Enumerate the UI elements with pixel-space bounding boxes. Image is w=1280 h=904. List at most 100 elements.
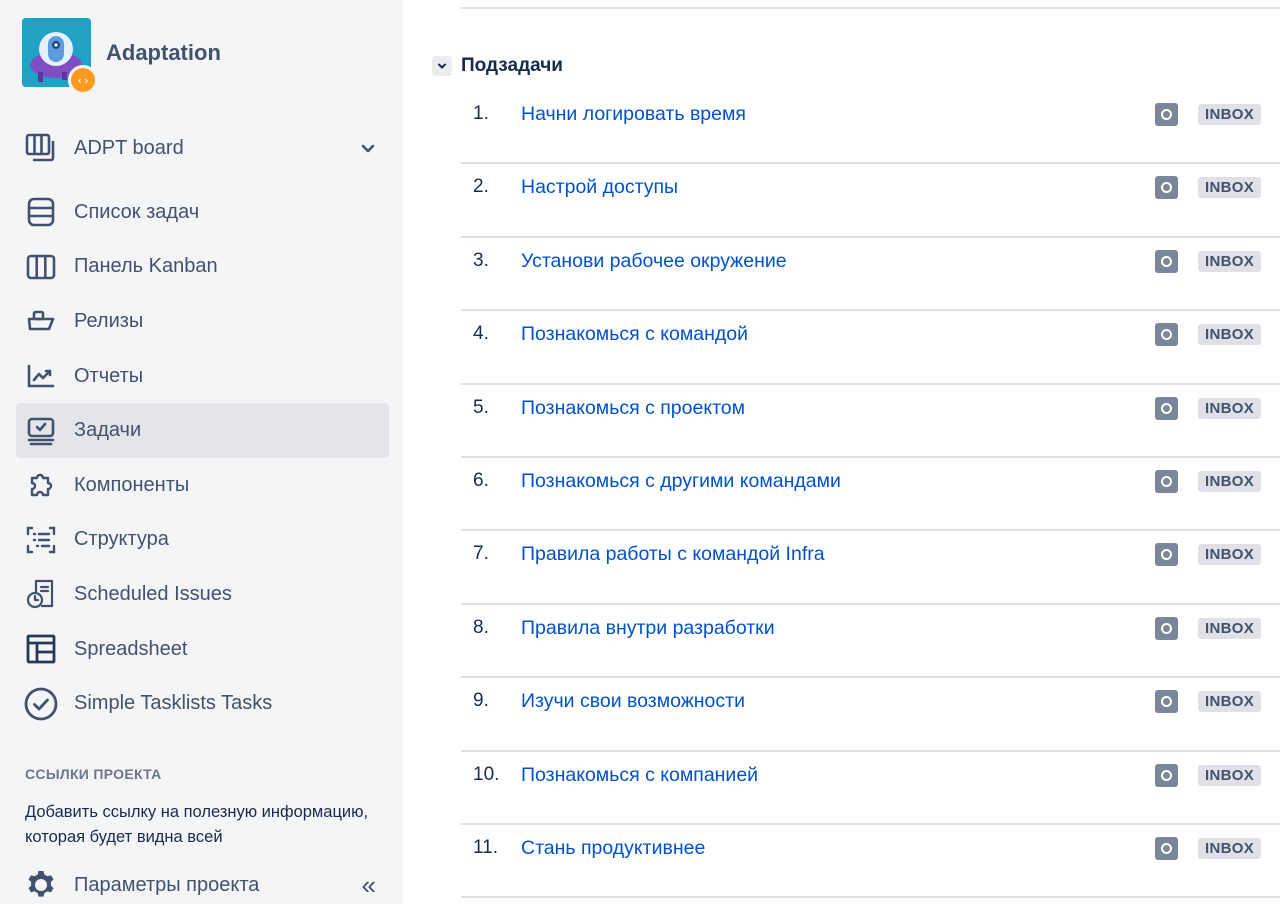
subtasks-title: Подзадачи: [461, 55, 563, 76]
subtask-issue-type-icon[interactable]: [1155, 323, 1178, 347]
project-links-heading: ССЫЛКИ ПРОЕКТА: [25, 766, 162, 782]
subtask-link[interactable]: Настрой доступы: [521, 176, 678, 199]
issue-content: Подзадачи 1. Начни логировать время INBO…: [403, 0, 1280, 904]
structure-icon: [24, 523, 58, 557]
status-badge[interactable]: INBOX: [1198, 544, 1262, 566]
subtask-number: 7.: [473, 543, 489, 565]
status-badge[interactable]: INBOX: [1198, 691, 1262, 713]
sidebar-item-label: Spreadsheet: [74, 637, 188, 660]
subtask-issue-type-icon[interactable]: [1155, 176, 1178, 200]
subtask-number: 2.: [473, 176, 489, 198]
status-badge[interactable]: INBOX: [1198, 104, 1262, 125]
sidebar-item-spreadsheet[interactable]: Spreadsheet: [16, 622, 389, 677]
project-sidebar: ‹› Adaptation ADPT board Список задач Па…: [0, 0, 403, 904]
issues-icon: [24, 414, 58, 448]
sidebar-item-scheduled-issues[interactable]: Scheduled Issues: [16, 567, 389, 622]
subtask-link[interactable]: Установи рабочее окружение: [521, 250, 787, 273]
circle-icon: [1161, 769, 1172, 781]
subtask-issue-type-icon[interactable]: [1155, 543, 1178, 567]
sidebar-item-kanban[interactable]: Панель Kanban: [16, 240, 389, 295]
subtask-issue-type-icon[interactable]: [1155, 103, 1178, 126]
sidebar-item-simple-tasklists[interactable]: Simple Tasklists Tasks: [16, 676, 389, 731]
ship-icon: [24, 304, 58, 338]
subtask-row: 9. Изучи свои возможности INBOX: [461, 678, 1280, 752]
project-settings-label: Параметры проекта: [74, 873, 260, 896]
status-badge[interactable]: INBOX: [1198, 397, 1262, 419]
circle-icon: [1161, 475, 1172, 487]
circle-icon: [1161, 696, 1172, 708]
subtask-row: 8. Правила внутри разработки INBOX: [461, 605, 1280, 679]
subtask-number: 6.: [473, 469, 489, 491]
subtask-issue-type-icon[interactable]: [1155, 249, 1178, 273]
subtask-issue-type-icon[interactable]: [1155, 836, 1178, 860]
subtask-link[interactable]: Изучи свои возможности: [521, 690, 745, 713]
subtask-issue-type-icon[interactable]: [1155, 469, 1178, 493]
subtask-issue-type-icon[interactable]: [1155, 616, 1178, 640]
subtask-link[interactable]: Познакомься с проектом: [521, 397, 745, 420]
sidebar-item-issues[interactable]: Задачи: [16, 403, 389, 458]
subtask-number: 4.: [473, 323, 489, 345]
project-settings-link[interactable]: Параметры проекта «: [16, 866, 388, 904]
gear-icon: [24, 868, 58, 902]
sidebar-item-label: Компоненты: [74, 473, 190, 496]
subtask-link[interactable]: Познакомься с компанией: [521, 764, 758, 787]
sidebar-item-components[interactable]: Компоненты: [16, 458, 389, 513]
code-brackets-icon: ‹›: [68, 65, 98, 95]
subtask-issue-type-icon[interactable]: [1155, 690, 1178, 714]
subtask-number: 11.: [473, 836, 499, 858]
status-badge[interactable]: INBOX: [1198, 764, 1262, 786]
subtask-row: 2. Настрой доступы INBOX: [461, 164, 1280, 238]
status-badge[interactable]: INBOX: [1198, 837, 1262, 859]
status-badge[interactable]: INBOX: [1198, 250, 1262, 272]
sidebar-item-label: Релизы: [74, 309, 144, 332]
check-circle-icon: [24, 687, 58, 721]
sidebar-item-label: Задачи: [74, 419, 142, 442]
chart-icon: [24, 359, 58, 393]
board-selector-label: ADPT board: [74, 136, 184, 159]
add-project-link[interactable]: Добавить ссылку на полезную информацию, …: [25, 800, 385, 850]
section-collapse-toggle[interactable]: [432, 56, 452, 76]
subtask-issue-type-icon[interactable]: [1155, 763, 1178, 787]
circle-icon: [1161, 549, 1172, 561]
subtask-number: 3.: [473, 249, 489, 271]
sidebar-item-reports[interactable]: Отчеты: [16, 349, 389, 404]
divider: [461, 7, 1280, 9]
board-icon: [24, 131, 58, 165]
subtask-number: 1.: [473, 103, 489, 124]
project-header[interactable]: ‹› Adaptation: [22, 18, 221, 95]
project-avatar[interactable]: ‹›: [22, 18, 98, 95]
subtask-number: 10.: [473, 763, 500, 785]
status-badge[interactable]: INBOX: [1198, 177, 1262, 199]
circle-icon: [1161, 402, 1172, 414]
board-selector[interactable]: ADPT board: [16, 126, 388, 170]
subtask-row: 11. Стань продуктивнее INBOX: [461, 825, 1280, 899]
status-badge[interactable]: INBOX: [1198, 470, 1262, 492]
circle-icon: [1161, 622, 1172, 634]
subtask-link[interactable]: Познакомься с другими командами: [521, 470, 841, 493]
subtasks-section-header: Подзадачи: [432, 55, 563, 77]
subtask-issue-type-icon[interactable]: [1155, 396, 1178, 420]
subtask-link[interactable]: Начни логировать время: [521, 103, 746, 126]
puzzle-icon: [24, 468, 58, 502]
circle-icon: [1161, 329, 1172, 341]
chevron-down-icon[interactable]: [358, 138, 378, 158]
subtask-link[interactable]: Стань продуктивнее: [521, 837, 705, 860]
status-badge[interactable]: INBOX: [1198, 324, 1262, 346]
sidebar-item-backlog[interactable]: Список задач: [16, 185, 389, 240]
collapse-sidebar-button[interactable]: «: [362, 872, 376, 898]
sidebar-item-structure[interactable]: Структура: [16, 513, 389, 568]
scheduled-icon: [24, 577, 58, 611]
status-badge[interactable]: INBOX: [1198, 617, 1262, 639]
subtask-number: 5.: [473, 396, 489, 418]
subtask-link[interactable]: Правила внутри разработки: [521, 617, 775, 640]
circle-icon: [1161, 109, 1172, 120]
subtask-row: 6. Познакомься с другими командами INBOX: [461, 458, 1280, 532]
subtask-link[interactable]: Познакомься с командой: [521, 323, 748, 346]
sidebar-item-label: Список задач: [74, 200, 200, 223]
sidebar-item-label: Отчеты: [74, 364, 144, 387]
sidebar-item-releases[interactable]: Релизы: [16, 294, 389, 349]
sidebar-item-label: Scheduled Issues: [74, 582, 232, 605]
subtask-row: 5. Познакомься с проектом INBOX: [461, 385, 1280, 458]
subtask-number: 9.: [473, 690, 489, 712]
subtask-link[interactable]: Правила работы с командой Infra: [521, 543, 825, 566]
